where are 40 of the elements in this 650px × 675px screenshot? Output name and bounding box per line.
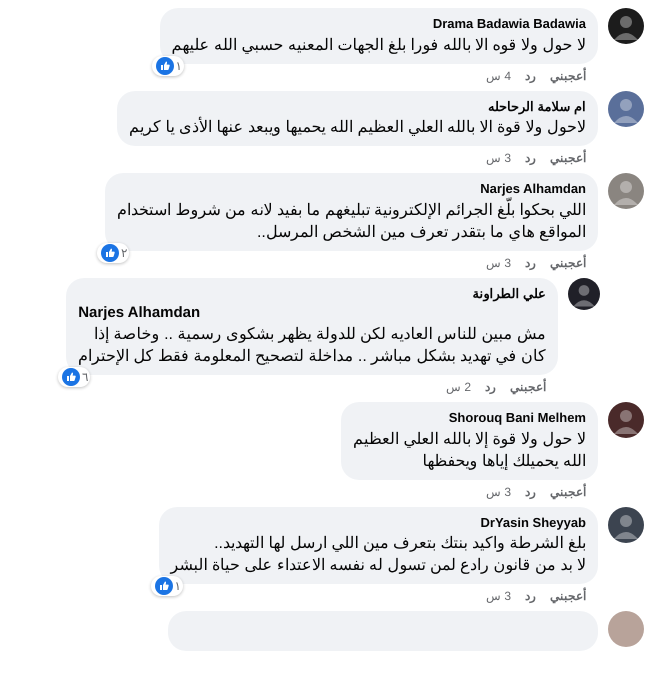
reply-link[interactable]: رد xyxy=(485,380,496,395)
reply-link[interactable]: رد xyxy=(525,484,536,500)
like-link[interactable]: أعجبني xyxy=(550,484,586,500)
timestamp[interactable]: 3 س xyxy=(486,151,511,166)
like-link[interactable]: أعجبني xyxy=(510,380,546,395)
comment-text: لا حول ولا قوه الا بالله فورا بلغ الجهات المعنيه حسبي الله عليهم xyxy=(172,36,586,56)
comment-text: بلغ الشرطة واكيد بنتك بتعرف مين اللي ارسل لها التهديد.. لا بد من قانون رادع لمن تسول له نفسه الاعتداء على حياة البشر xyxy=(170,534,586,576)
like-link[interactable]: أعجبني xyxy=(550,68,586,84)
author-name[interactable]: Shorouq Bani Melhem xyxy=(352,408,586,428)
author-name[interactable]: Narjes Alhamdan xyxy=(117,179,586,198)
like-link[interactable]: أعجبني xyxy=(550,589,586,604)
reaction-count: ٢ xyxy=(121,244,128,262)
avatar[interactable] xyxy=(608,402,644,438)
reply-link[interactable]: رد xyxy=(525,589,536,604)
timestamp[interactable]: 3 س xyxy=(486,484,511,500)
avatar xyxy=(608,611,644,647)
mention-link[interactable]: Narjes Alhamdan xyxy=(78,303,546,323)
author-name[interactable]: علي الطراونة xyxy=(78,284,546,303)
timestamp[interactable]: 3 س xyxy=(486,589,511,604)
author-name[interactable]: DrYasin Sheyyab xyxy=(170,512,586,532)
reaction-count: ٦ xyxy=(82,369,88,386)
timestamp[interactable]: 3 س xyxy=(486,256,511,270)
author-name[interactable]: ام سلامة الرحاحله xyxy=(129,96,586,116)
reply-link[interactable]: رد xyxy=(525,68,536,84)
avatar[interactable] xyxy=(608,8,644,44)
avatar[interactable] xyxy=(568,278,600,310)
comment-text: لاحول ولا قوة الا بالله العلي العظيم الله يحميها ويبعد عنها الأذى يا كريم xyxy=(129,117,586,139)
reaction-count: ١ xyxy=(176,58,182,74)
like-link[interactable]: أعجبني xyxy=(550,256,586,270)
comment-text: مش مبين للناس العاديه لكن للدولة يظهر بشكوى رسمية .. وخاصة إذا كان في تهديد بشكل مباشر .. مداخلة لتصحيح المعلومة فقط كل الإحترام xyxy=(78,325,546,367)
like-link[interactable]: أعجبني xyxy=(550,151,586,166)
comment-text: اللي بحكوا بلّغ الجرائم الإلكترونية تبليغهم ما بفيد لانه من شروط استخدام المواقع هاي ما بتقدر تعرف مين الشخص المرسل.. xyxy=(117,200,586,244)
author-name[interactable]: Drama Badawia Badawia xyxy=(172,14,586,34)
timestamp[interactable]: 2 س xyxy=(446,380,471,395)
reply-link[interactable]: رد xyxy=(525,151,536,166)
reply-link[interactable]: رد xyxy=(525,256,536,270)
timestamp[interactable]: 4 س xyxy=(486,68,511,84)
comment-text: لا حول ولا قوة إلا بالله العلي العظيم الله يحميلك إياها ويحفظها xyxy=(352,430,586,472)
avatar[interactable] xyxy=(608,506,644,542)
reaction-count: ١ xyxy=(174,578,181,595)
